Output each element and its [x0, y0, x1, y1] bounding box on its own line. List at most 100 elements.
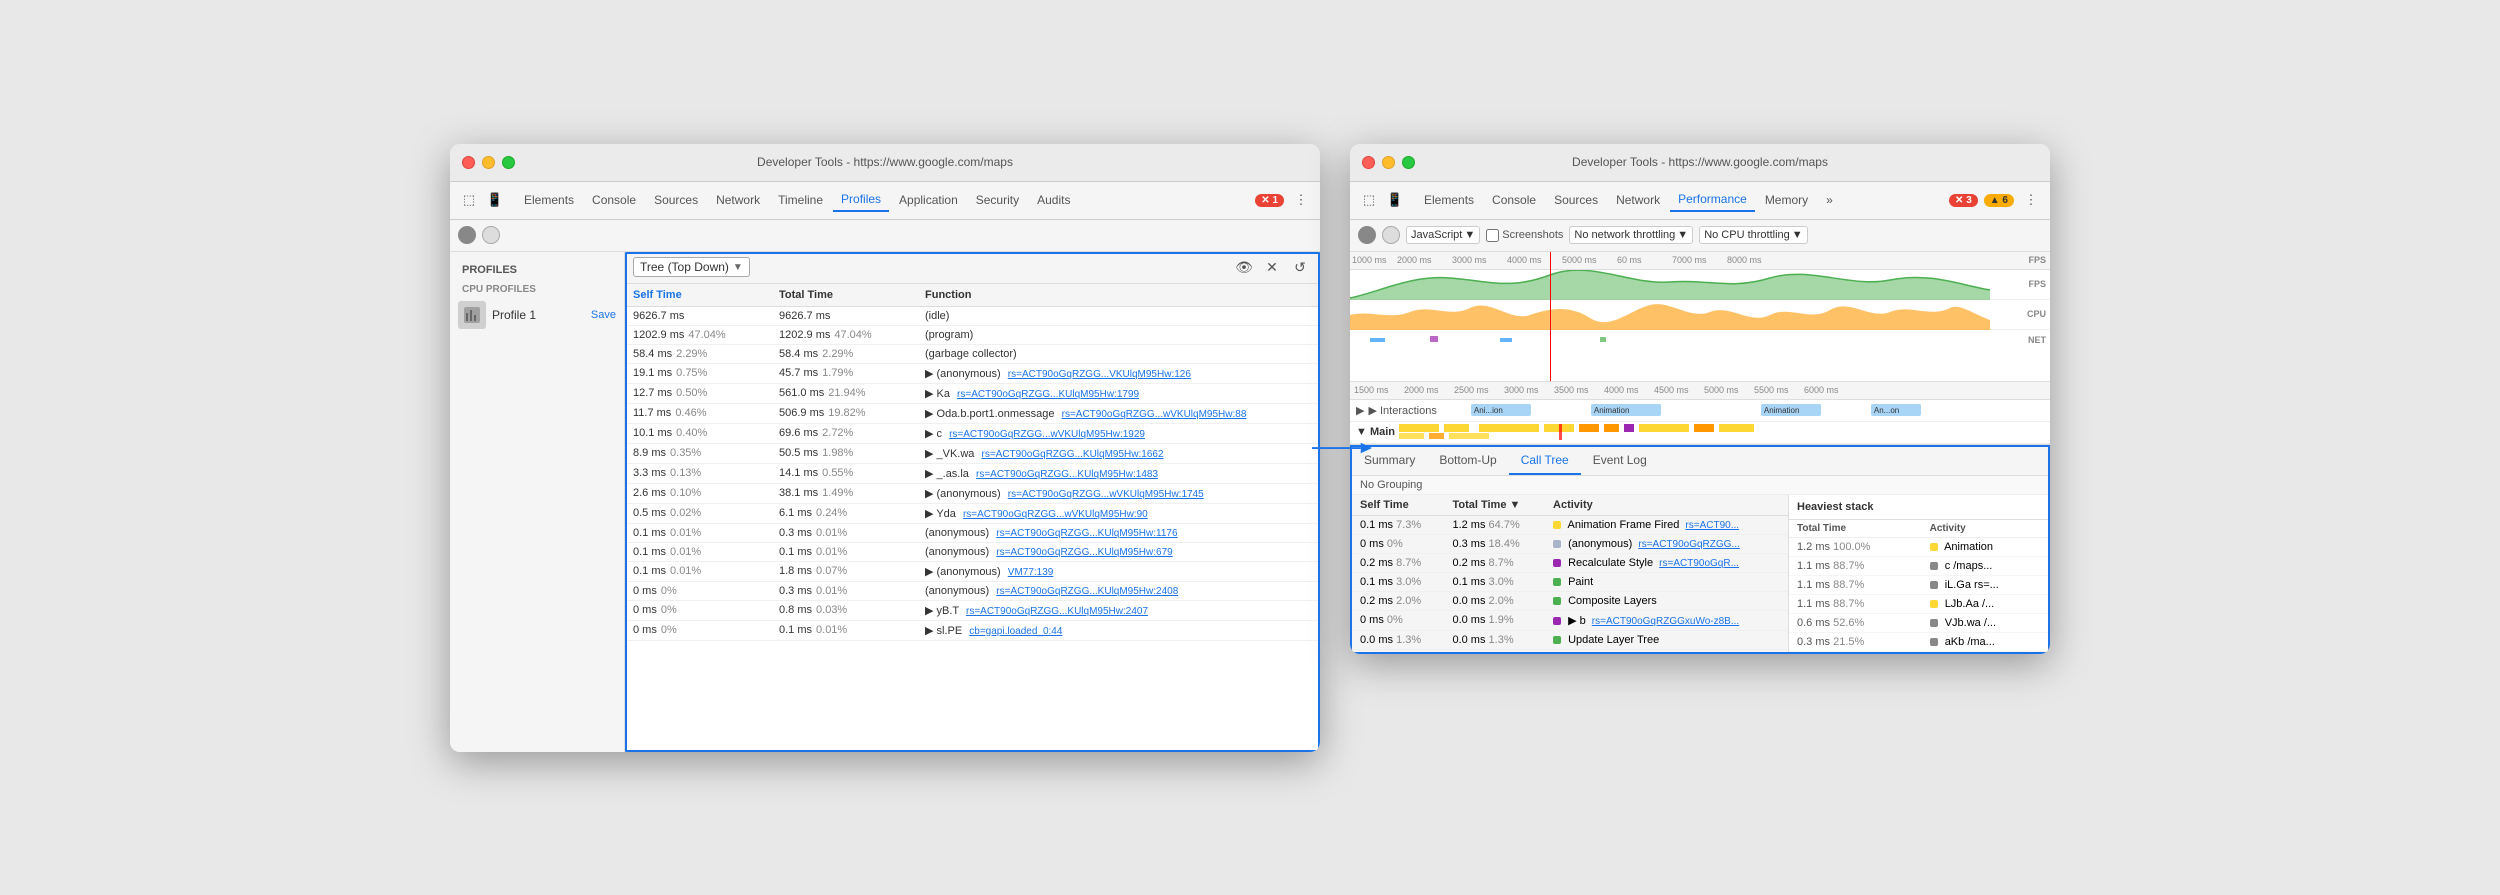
cell-self-time: 3.3 ms0.13%: [625, 463, 771, 483]
cpu-throttling-dropdown[interactable]: No CPU throttling ▼: [1699, 226, 1807, 244]
perf-record-button[interactable]: [1358, 226, 1376, 244]
tab-audits[interactable]: Audits: [1029, 189, 1078, 211]
cell-self-time: 9626.7 ms: [625, 306, 771, 325]
right-tab-memory[interactable]: Memory: [1757, 189, 1816, 211]
right-maximize-button[interactable]: [1402, 156, 1415, 169]
main-thread-row[interactable]: ▼ Main: [1350, 422, 2050, 444]
right-more-menu-icon[interactable]: ⋮: [2020, 189, 2042, 211]
record-button[interactable]: [458, 226, 476, 244]
ct-cell-activity: Composite Layers: [1545, 591, 1788, 610]
right-tab-sources[interactable]: Sources: [1546, 189, 1606, 211]
mobile-icon[interactable]: 📱: [484, 189, 506, 211]
tab-network[interactable]: Network: [708, 189, 768, 211]
tab-elements[interactable]: Elements: [516, 189, 582, 211]
tab-console[interactable]: Console: [584, 189, 644, 211]
right-tab-more[interactable]: »: [1818, 189, 1841, 211]
cpu-row-label: CPU: [2027, 309, 2046, 319]
interactions-expand-icon: ▶: [1356, 404, 1364, 417]
ruler2-5500: 5500 ms: [1754, 385, 1804, 395]
right-minimize-button[interactable]: [1382, 156, 1395, 169]
cell-function: ▶ (anonymous) rs=ACT90oGqRZGG...wVKUlqM9…: [917, 483, 1320, 503]
data-table-container[interactable]: Self Time Total Time Function 9626.7 ms …: [625, 284, 1320, 752]
cell-total-time: 1202.9 ms47.04%: [771, 325, 917, 344]
right-tab-network[interactable]: Network: [1608, 189, 1668, 211]
hs-row: 0.3 ms 21.5% aKb /ma...: [1789, 632, 2048, 651]
ruler-3000: 3000 ms: [1452, 255, 1507, 265]
fps-chart-svg: [1350, 270, 1990, 300]
cell-function: (anonymous) rs=ACT90oGqRZGG...KUlqM95Hw:…: [917, 523, 1320, 542]
tab-sources[interactable]: Sources: [646, 189, 706, 211]
cell-self-time: 2.6 ms0.10%: [625, 483, 771, 503]
maximize-button[interactable]: [502, 156, 515, 169]
cell-self-time: 0 ms0%: [625, 620, 771, 640]
right-cursor-icon[interactable]: ⬚: [1358, 189, 1380, 211]
col-self-time[interactable]: Self Time: [625, 284, 771, 307]
cell-function: ▶ yB.T rs=ACT90oGqRZGG...KUlqM95Hw:2407: [917, 600, 1320, 620]
more-menu-icon[interactable]: ⋮: [1290, 189, 1312, 211]
col-total-time[interactable]: Total Time: [771, 284, 917, 307]
hs-cell-activity: aKb /ma...: [1922, 632, 2048, 651]
perf-stop-button[interactable]: [1382, 226, 1400, 244]
cell-total-time: 0.1 ms0.01%: [771, 542, 917, 561]
network-throttling-dropdown[interactable]: No network throttling ▼: [1569, 226, 1693, 244]
net-chart-row: NET: [1350, 330, 2050, 350]
right-mobile-icon[interactable]: 📱: [1384, 189, 1406, 211]
screenshots-checkbox[interactable]: [1486, 229, 1499, 242]
timeline-overview[interactable]: 1000 ms 2000 ms 3000 ms 4000 ms 5000 ms …: [1350, 252, 2050, 382]
ruler2-4000: 4000 ms: [1604, 385, 1654, 395]
bottom-tabs: Summary Bottom-Up Call Tree Event Log: [1352, 447, 2048, 476]
tab-profiles[interactable]: Profiles: [833, 188, 889, 212]
right-error-badge-6: ▲ 6: [1984, 194, 2014, 207]
cell-function: ▶ Ka rs=ACT90oGqRZGG...KUlqM95Hw:1799: [917, 383, 1320, 403]
cell-function: (program): [917, 325, 1320, 344]
clear-icon-button[interactable]: ✕: [1260, 255, 1284, 279]
cell-function: ▶ (anonymous) rs=ACT90oGqRZGG...VKUlqM95…: [917, 363, 1320, 383]
profile-item-1[interactable]: Profile 1 Save: [450, 297, 624, 333]
main-content: Profiles CPU PROFILES Profile 1 Save: [450, 252, 1320, 752]
right-tab-console[interactable]: Console: [1484, 189, 1544, 211]
eye-icon-button[interactable]: 👁: [1232, 255, 1256, 279]
close-button[interactable]: [462, 156, 475, 169]
right-tab-performance[interactable]: Performance: [1670, 188, 1755, 212]
tab-security[interactable]: Security: [968, 189, 1027, 211]
table-row: 0 ms0% 0.1 ms0.01% ▶ sl.PE cb=gapi.loade…: [625, 620, 1320, 640]
tab-call-tree[interactable]: Call Tree: [1509, 447, 1581, 475]
tab-event-log[interactable]: Event Log: [1581, 447, 1659, 475]
tab-application[interactable]: Application: [891, 189, 966, 211]
refresh-icon-button[interactable]: ↺: [1288, 255, 1312, 279]
heaviest-stack-title: Heaviest stack: [1789, 495, 2048, 520]
ruler2-6000: 6000 ms: [1804, 385, 1854, 395]
tab-bottom-up[interactable]: Bottom-Up: [1427, 447, 1508, 475]
save-button[interactable]: Save: [591, 309, 616, 321]
ct-cell-activity: Animation Frame Fired rs=ACT90...: [1545, 515, 1788, 534]
tab-timeline[interactable]: Timeline: [770, 189, 831, 211]
nav-right: ✕ 1 ⋮: [1255, 189, 1312, 211]
right-tab-elements[interactable]: Elements: [1416, 189, 1482, 211]
error-badge: ✕ 1: [1255, 194, 1284, 207]
cell-self-time: 12.7 ms0.50%: [625, 383, 771, 403]
col-function[interactable]: Function: [917, 284, 1320, 307]
calltree-row: 0.1 ms 7.3% 1.2 ms 64.7% Animation Frame…: [1352, 515, 1788, 534]
cpu-chart-row: CPU: [1350, 300, 2050, 330]
anim-bar-4: An...on: [1871, 404, 1921, 416]
hs-row: 1.1 ms 88.7% c /maps...: [1789, 556, 2048, 575]
interactions-row[interactable]: ▶ ▶ Interactions Ani...ion Animation Ani…: [1350, 400, 2050, 422]
tree-mode-selector[interactable]: Tree (Top Down) ▼: [633, 257, 750, 277]
timeline-ruler-1: 1000 ms 2000 ms 3000 ms 4000 ms 5000 ms …: [1350, 252, 2050, 270]
network-throttling-label: No network throttling: [1574, 229, 1675, 241]
screenshots-checkbox-label[interactable]: Screenshots: [1486, 229, 1563, 242]
right-close-button[interactable]: [1362, 156, 1375, 169]
calltree-row: 0 ms 0% 0.3 ms 18.4% (anonymous) rs=ACT9…: [1352, 534, 1788, 553]
minimize-button[interactable]: [482, 156, 495, 169]
cell-total-time: 9626.7 ms: [771, 306, 917, 325]
sidebar-profiles-title: Profiles: [450, 260, 624, 280]
cursor-icon[interactable]: ⬚: [458, 189, 480, 211]
cell-total-time: 1.8 ms0.07%: [771, 561, 917, 581]
ruler2-2000: 2000 ms: [1404, 385, 1454, 395]
sidebar-cpu-profiles-title: CPU PROFILES: [450, 280, 624, 297]
cell-self-time: 19.1 ms0.75%: [625, 363, 771, 383]
cell-self-time: 0 ms0%: [625, 600, 771, 620]
js-profiler-dropdown[interactable]: JavaScript ▼: [1406, 226, 1480, 244]
stop-button[interactable]: [482, 226, 500, 244]
hs-row: 0.6 ms 52.6% VJb.wa /...: [1789, 613, 2048, 632]
